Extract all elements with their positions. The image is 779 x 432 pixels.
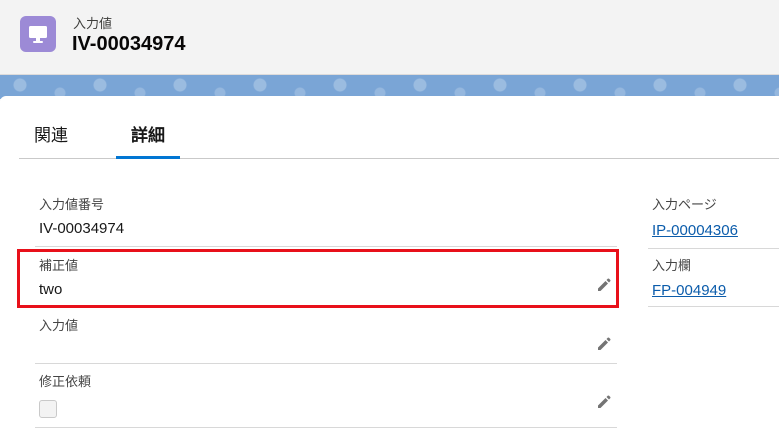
input-field-link[interactable]: FP-004949 xyxy=(652,282,726,299)
field-divider xyxy=(35,363,617,364)
edit-input-value-pencil-icon[interactable] xyxy=(596,336,612,352)
record-tabs: 関連 詳細 xyxy=(19,117,779,159)
corrected-value-label: 補正値 xyxy=(39,258,79,273)
tab-details[interactable]: 詳細 xyxy=(116,117,180,159)
field-divider xyxy=(35,246,617,247)
iv-number-label: 入力値番号 xyxy=(39,197,105,212)
field-divider xyxy=(648,248,779,249)
page-header: 入力値 IV-00034974 xyxy=(0,0,779,75)
corrected-value-value: two xyxy=(39,281,63,298)
field-divider xyxy=(35,427,617,428)
iv-number-value: IV-00034974 xyxy=(39,220,125,237)
edit-corrected-value-pencil-icon[interactable] xyxy=(596,277,612,293)
correction-request-label: 修正依頼 xyxy=(39,374,92,389)
tab-related[interactable]: 関連 xyxy=(34,117,68,158)
input-page-link[interactable]: IP-00004306 xyxy=(652,222,738,239)
desktop-icon xyxy=(20,16,56,52)
correction-request-checkbox[interactable] xyxy=(39,400,57,418)
tab-details-label: 詳細 xyxy=(131,126,165,145)
input-field-label: 入力欄 xyxy=(652,258,692,273)
field-divider xyxy=(648,306,779,307)
input-page-label: 入力ページ xyxy=(652,197,717,212)
edit-correction-request-pencil-icon[interactable] xyxy=(596,394,612,410)
input-value-label: 入力値 xyxy=(39,318,79,333)
highlight-box xyxy=(17,249,619,308)
object-label: 入力値 xyxy=(73,16,113,31)
record-title: IV-00034974 xyxy=(72,33,186,55)
active-tab-indicator xyxy=(116,156,180,159)
